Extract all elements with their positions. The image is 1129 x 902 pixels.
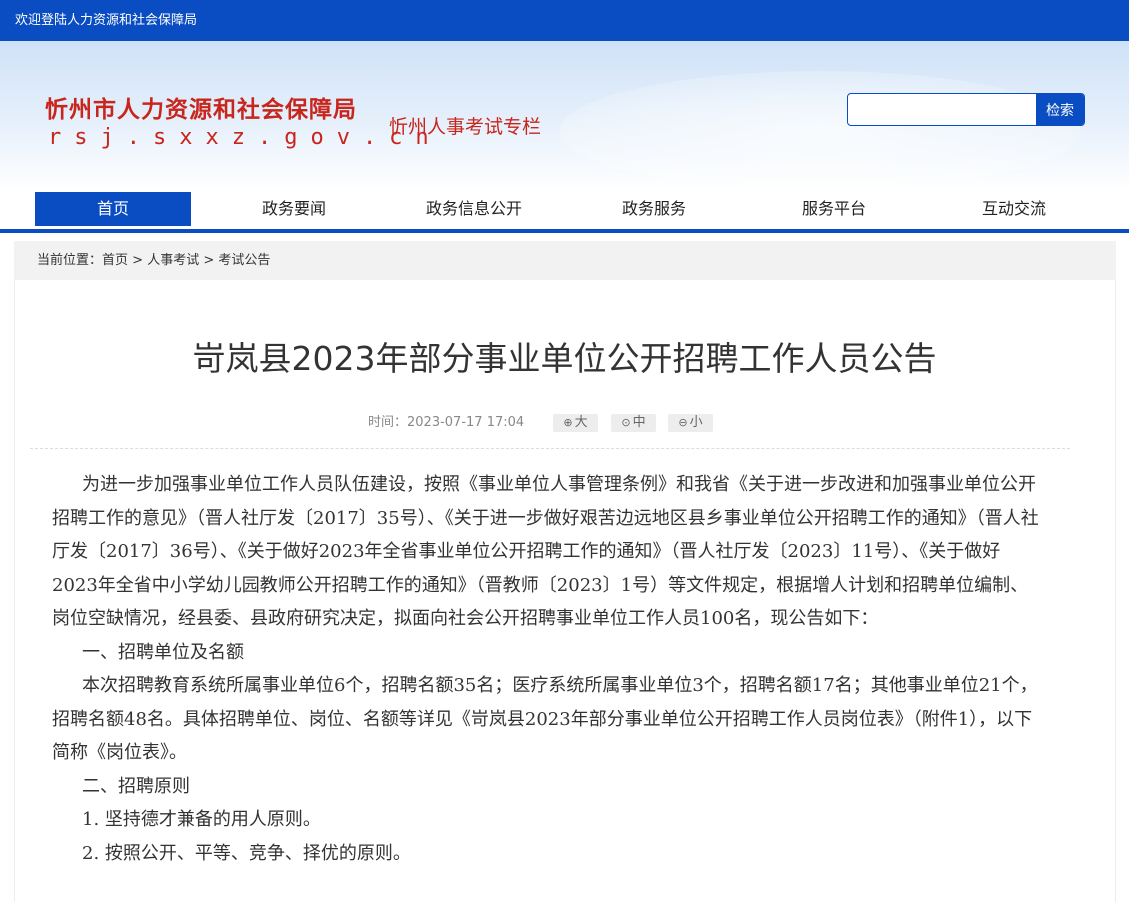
font-size-medium-label: 中 (632, 415, 646, 430)
site-domain-logo[interactable]: rsj.sxxz.gov.cn (48, 125, 442, 150)
breadcrumb-prefix: 当前位置： (37, 253, 103, 268)
list-item: 1. 坚持德才兼备的用人原则。 (82, 809, 321, 830)
header-decoration (560, 71, 1080, 190)
nav-item-services[interactable]: 政务服务 (576, 192, 732, 226)
time-label: 时间： (368, 415, 408, 430)
article-meta: 时间：2023-07-17 17:04 (368, 413, 524, 433)
org-name-logo[interactable]: 忻州市人力资源和社会保障局 (45, 90, 357, 124)
article-paragraph: 为进一步加强事业单位工作人员队伍建设，按照《事业单位人事管理条例》和我省《关于进… (52, 474, 1039, 629)
font-size-large-label: 大 (574, 415, 588, 430)
search-button[interactable]: 检索 (1036, 94, 1084, 125)
font-size-medium-button[interactable]: ⊙ 中 (611, 414, 656, 432)
article-body: 为进一步加强事业单位工作人员队伍建设，按照《事业单位人事管理条例》和我省《关于进… (52, 468, 1042, 870)
section-heading: 二、招聘原则 (82, 775, 190, 797)
breadcrumb: 当前位置：首页 > 人事考试 > 考试公告 (37, 241, 270, 280)
article-paragraph: 本次招聘教育系统所属事业单位6个，招聘名额35名；医疗系统所属事业单位3个，招聘… (52, 675, 1038, 763)
zoom-in-icon: ⊕ (563, 416, 573, 429)
nav-item-platform[interactable]: 服务平台 (756, 192, 912, 226)
exam-section-title[interactable]: 忻州人事考试专栏 (389, 112, 541, 139)
nav-item-info-disclosure[interactable]: 政务信息公开 (396, 192, 552, 226)
nav-item-interaction[interactable]: 互动交流 (936, 192, 1092, 226)
breadcrumb-separator: > (199, 253, 219, 268)
nav-item-news[interactable]: 政务要闻 (216, 192, 372, 226)
breadcrumb-separator: > (128, 253, 148, 268)
section-heading: 一、招聘单位及名额 (82, 641, 244, 663)
nav-item-home[interactable]: 首页 (35, 192, 191, 226)
top-welcome-bar: 欢迎登陆人力资源和社会保障局 (0, 0, 1129, 41)
welcome-text: 欢迎登陆人力资源和社会保障局 (15, 13, 198, 28)
list-item: 2. 按照公开、平等、竞争、择优的原则。 (82, 842, 411, 864)
check-circle-icon: ⊙ (621, 416, 631, 429)
font-size-small-label: 小 (689, 415, 703, 430)
font-size-large-button[interactable]: ⊕ 大 (553, 414, 598, 432)
breadcrumb-exams[interactable]: 人事考试 (147, 253, 199, 268)
nav-underline (0, 229, 1129, 233)
search-box: 检索 (847, 93, 1085, 126)
publish-time: 2023-07-17 17:04 (407, 415, 525, 430)
breadcrumb-announcements[interactable]: 考试公告 (218, 253, 270, 268)
meta-divider (30, 448, 1070, 449)
article-title: 岢岚县2023年部分事业单位公开招聘工作人员公告 (192, 339, 937, 378)
search-input[interactable] (848, 94, 1036, 125)
font-size-small-button[interactable]: ⊖ 小 (668, 414, 713, 432)
zoom-out-icon: ⊖ (678, 416, 688, 429)
breadcrumb-home[interactable]: 首页 (102, 253, 128, 268)
